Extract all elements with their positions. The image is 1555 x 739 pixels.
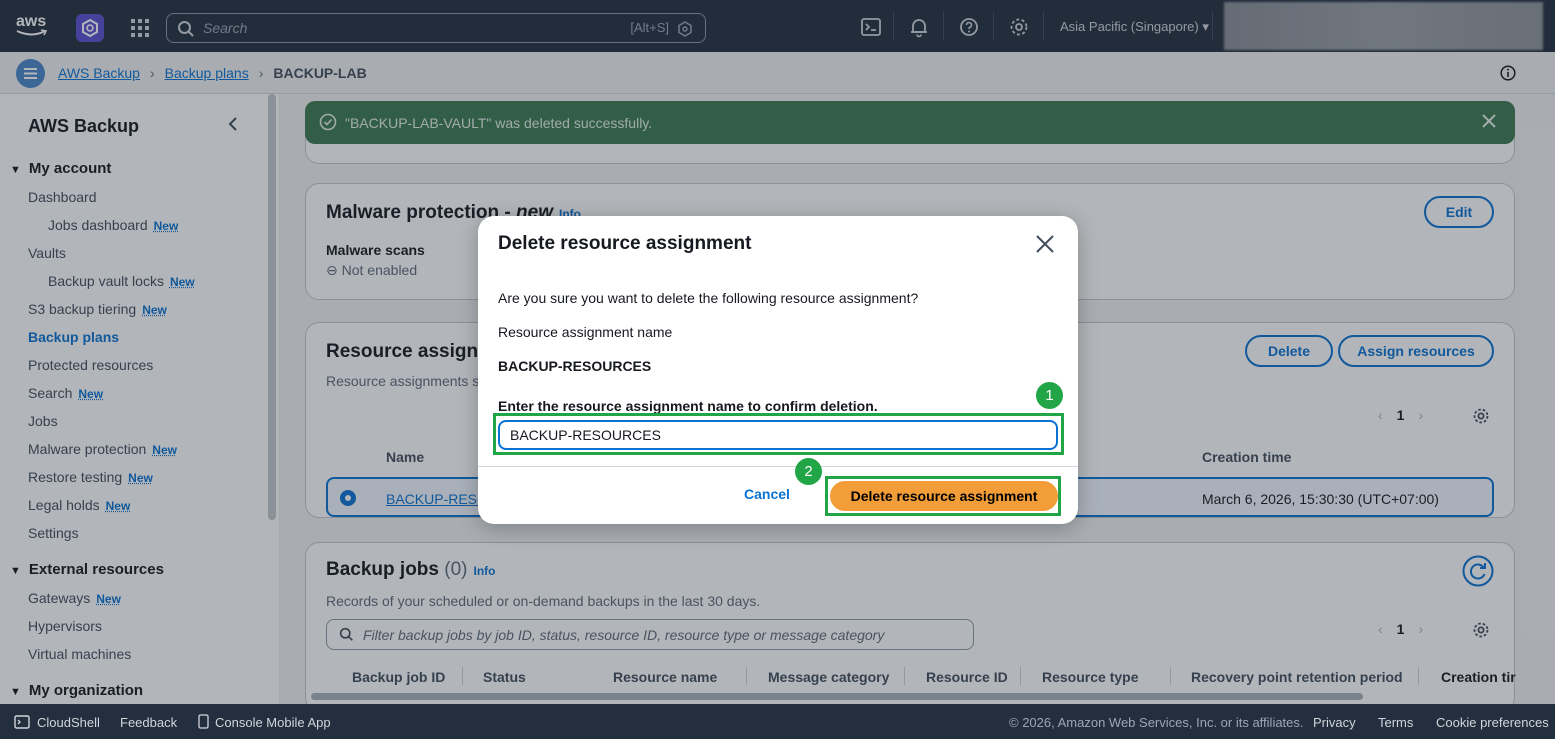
cancel-button[interactable]: Cancel	[744, 486, 790, 502]
close-icon[interactable]	[1034, 233, 1056, 255]
delete-resource-assignment-modal: Delete resource assignment Are you sure …	[478, 216, 1078, 524]
delete-resource-assignment-button[interactable]: Delete resource assignment	[830, 481, 1058, 511]
footer-mobile-app[interactable]: Console Mobile App	[215, 715, 331, 730]
assignment-name-value: BACKUP-RESOURCES	[498, 358, 652, 374]
assignment-name-label: Resource assignment name	[498, 324, 673, 340]
footer-cloudshell[interactable]: CloudShell	[37, 715, 100, 730]
step-badge-2: 2	[795, 458, 822, 485]
console-footer: CloudShell Feedback Console Mobile App ©…	[0, 704, 1555, 739]
confirm-name-input[interactable]	[498, 420, 1058, 450]
step-badge-1: 1	[1036, 382, 1063, 409]
footer-copyright: © 2026, Amazon Web Services, Inc. or its…	[1009, 715, 1304, 730]
modal-question: Are you sure you want to delete the foll…	[498, 290, 919, 306]
mobile-app-icon	[198, 714, 209, 729]
footer-feedback[interactable]: Feedback	[120, 715, 177, 730]
confirm-label: Enter the resource assignment name to co…	[498, 398, 878, 414]
footer-cookie-preferences[interactable]: Cookie preferences	[1436, 715, 1549, 730]
footer-terms[interactable]: Terms	[1378, 715, 1413, 730]
footer-privacy[interactable]: Privacy	[1313, 715, 1356, 730]
cloudshell-icon	[14, 715, 30, 729]
modal-title: Delete resource assignment	[498, 233, 752, 254]
modal-divider	[478, 466, 1078, 467]
